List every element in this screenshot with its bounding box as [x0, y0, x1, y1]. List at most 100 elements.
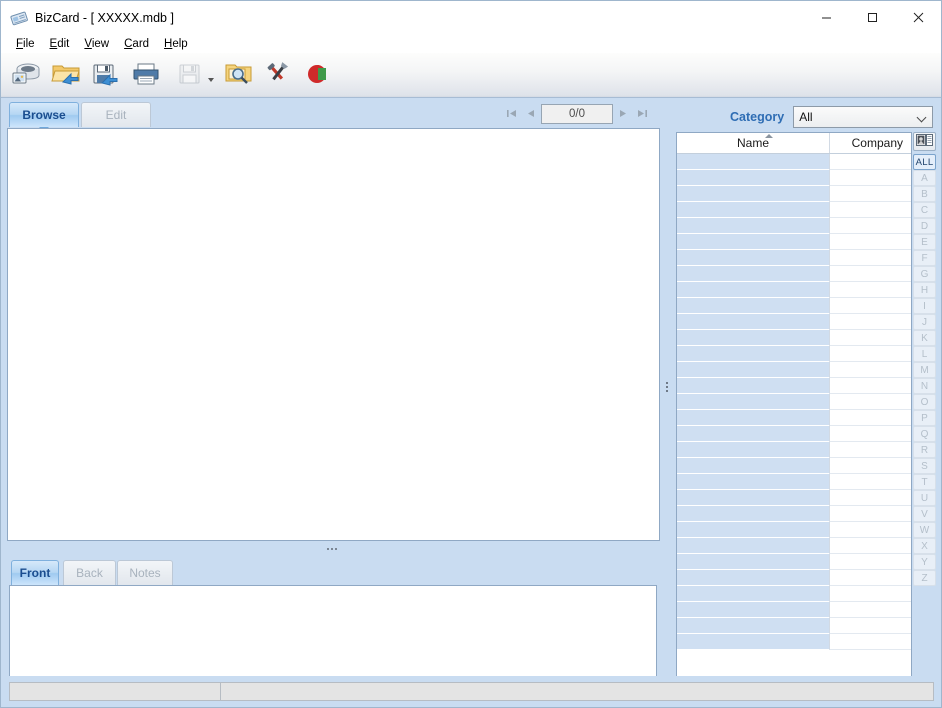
alpha-index-c[interactable]: C [913, 202, 936, 218]
horizontal-splitter[interactable] [1, 544, 663, 554]
cell-name[interactable] [677, 634, 829, 650]
cell-company[interactable] [829, 538, 911, 554]
subtab-back[interactable]: Back [63, 560, 116, 585]
table-row[interactable] [677, 266, 911, 282]
table-row[interactable] [677, 586, 911, 602]
cell-company[interactable] [829, 458, 911, 474]
table-row[interactable] [677, 442, 911, 458]
subtab-notes[interactable]: Notes [117, 560, 173, 585]
cell-name[interactable] [677, 586, 829, 602]
cell-name[interactable] [677, 474, 829, 490]
table-row[interactable] [677, 618, 911, 634]
alpha-index-y[interactable]: Y [913, 554, 936, 570]
nav-next-button[interactable] [615, 104, 632, 124]
table-row[interactable] [677, 186, 911, 202]
cell-name[interactable] [677, 282, 829, 298]
table-row[interactable] [677, 154, 911, 170]
cell-name[interactable] [677, 234, 829, 250]
cell-company[interactable] [829, 298, 911, 314]
alpha-index-p[interactable]: P [913, 410, 936, 426]
nav-prev-button[interactable] [522, 104, 539, 124]
cell-name[interactable] [677, 202, 829, 218]
alpha-index-n[interactable]: N [913, 378, 936, 394]
table-row[interactable] [677, 346, 911, 362]
about-button[interactable] [299, 57, 337, 93]
table-row[interactable] [677, 218, 911, 234]
cell-company[interactable] [829, 394, 911, 410]
save-button[interactable] [87, 57, 125, 93]
minimize-button[interactable] [803, 2, 849, 34]
table-row[interactable] [677, 250, 911, 266]
alpha-index-all[interactable]: ALL [913, 154, 936, 170]
cell-name[interactable] [677, 378, 829, 394]
cell-company[interactable] [829, 330, 911, 346]
export-button[interactable] [167, 57, 217, 93]
cell-company[interactable] [829, 202, 911, 218]
cell-name[interactable] [677, 266, 829, 282]
card-list[interactable]: Name Company ‹ › [676, 132, 912, 707]
print-button[interactable] [127, 57, 165, 93]
alpha-index-h[interactable]: H [913, 282, 936, 298]
cell-company[interactable] [829, 634, 911, 650]
cell-company[interactable] [829, 234, 911, 250]
table-row[interactable] [677, 634, 911, 650]
cell-company[interactable] [829, 186, 911, 202]
alpha-index-s[interactable]: S [913, 458, 936, 474]
table-row[interactable] [677, 426, 911, 442]
table-row[interactable] [677, 554, 911, 570]
alpha-index-q[interactable]: Q [913, 426, 936, 442]
cell-name[interactable] [677, 330, 829, 346]
cell-company[interactable] [829, 586, 911, 602]
table-row[interactable] [677, 378, 911, 394]
cell-company[interactable] [829, 618, 911, 634]
cell-company[interactable] [829, 266, 911, 282]
cell-name[interactable] [677, 362, 829, 378]
cell-company[interactable] [829, 282, 911, 298]
cell-company[interactable] [829, 554, 911, 570]
alpha-index-f[interactable]: F [913, 250, 936, 266]
alpha-index-z[interactable]: Z [913, 570, 936, 586]
cell-name[interactable] [677, 410, 829, 426]
cell-company[interactable] [829, 378, 911, 394]
column-header-name[interactable]: Name [677, 133, 829, 153]
table-row[interactable] [677, 282, 911, 298]
maximize-button[interactable] [849, 2, 895, 34]
cell-name[interactable] [677, 154, 829, 170]
table-row[interactable] [677, 570, 911, 586]
cell-name[interactable] [677, 538, 829, 554]
alpha-index-u[interactable]: U [913, 490, 936, 506]
cell-name[interactable] [677, 602, 829, 618]
cell-company[interactable] [829, 170, 911, 186]
cell-name[interactable] [677, 426, 829, 442]
table-row[interactable] [677, 170, 911, 186]
alpha-index-r[interactable]: R [913, 442, 936, 458]
table-row[interactable] [677, 522, 911, 538]
cell-company[interactable] [829, 154, 911, 170]
cell-name[interactable] [677, 490, 829, 506]
cell-company[interactable] [829, 314, 911, 330]
table-row[interactable] [677, 506, 911, 522]
cell-name[interactable] [677, 442, 829, 458]
card-list-rows[interactable] [677, 154, 911, 707]
table-row[interactable] [677, 458, 911, 474]
table-row[interactable] [677, 330, 911, 346]
alpha-index-m[interactable]: M [913, 362, 936, 378]
cell-name[interactable] [677, 554, 829, 570]
alpha-index-i[interactable]: I [913, 298, 936, 314]
alpha-index-k[interactable]: K [913, 330, 936, 346]
open-button[interactable] [47, 57, 85, 93]
cell-company[interactable] [829, 362, 911, 378]
cell-company[interactable] [829, 426, 911, 442]
cell-company[interactable] [829, 218, 911, 234]
table-row[interactable] [677, 298, 911, 314]
cell-company[interactable] [829, 506, 911, 522]
card-image-toggle-button[interactable] [913, 132, 936, 151]
tab-edit[interactable]: Edit [81, 102, 151, 127]
table-row[interactable] [677, 394, 911, 410]
cell-name[interactable] [677, 522, 829, 538]
cell-name[interactable] [677, 186, 829, 202]
column-header-company[interactable]: Company [829, 133, 911, 153]
alpha-index-a[interactable]: A [913, 170, 936, 186]
tab-browse[interactable]: Browse [9, 102, 79, 127]
alpha-index-e[interactable]: E [913, 234, 936, 250]
